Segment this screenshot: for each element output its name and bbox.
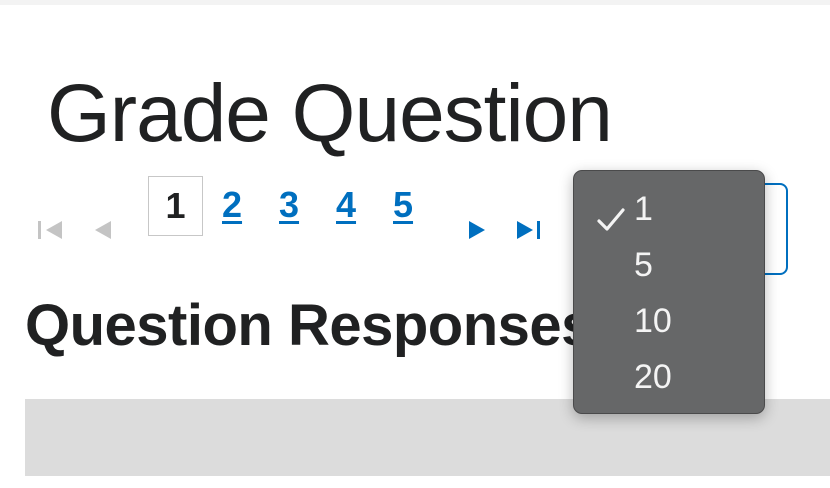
next-page-icon[interactable]: [466, 218, 488, 242]
page-size-option-1[interactable]: 1: [574, 181, 764, 237]
current-page-number: 1: [148, 176, 203, 236]
previous-page-icon[interactable]: [92, 218, 114, 242]
first-page-icon[interactable]: [36, 218, 66, 242]
checkmark-icon: [596, 195, 626, 231]
page-size-option-10[interactable]: 10: [574, 293, 764, 349]
option-label: 1: [634, 190, 653, 228]
section-heading: Question Responses: [25, 293, 593, 358]
option-label: 5: [634, 246, 653, 284]
page-link-4[interactable]: 4: [336, 180, 356, 230]
page-size-dropdown-menu: 1 5 10 20: [573, 170, 765, 414]
last-page-icon[interactable]: [514, 218, 544, 242]
page-size-option-5[interactable]: 5: [574, 237, 764, 293]
page-link-3[interactable]: 3: [279, 180, 299, 230]
option-label: 20: [634, 358, 672, 396]
page-link-5[interactable]: 5: [393, 180, 413, 230]
page-link-2[interactable]: 2: [222, 180, 242, 230]
option-label: 10: [634, 302, 672, 340]
page-size-option-20[interactable]: 20: [574, 349, 764, 405]
